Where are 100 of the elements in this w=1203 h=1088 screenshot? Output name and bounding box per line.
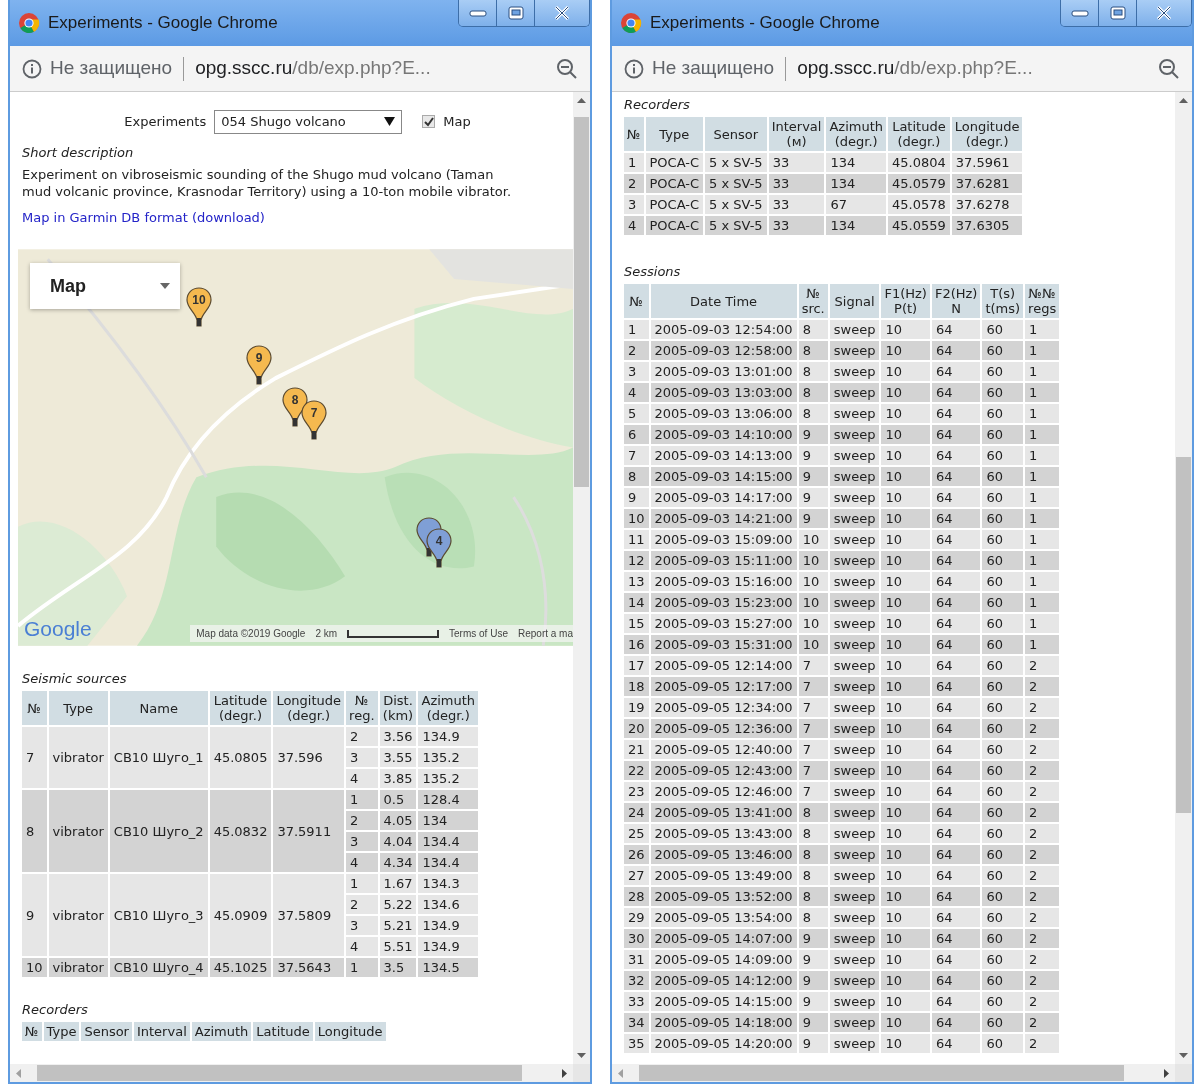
column-header[interactable]: № — [624, 284, 649, 318]
table-cell: 26 — [624, 845, 649, 864]
maximize-button[interactable] — [497, 0, 535, 26]
column-header[interactable]: № — [624, 117, 644, 151]
table-cell: 9 — [798, 971, 828, 990]
table-cell: 10 — [881, 1034, 930, 1053]
chrome-icon — [18, 12, 40, 34]
column-header[interactable]: Type — [43, 1022, 80, 1041]
table-cell: 2005-09-05 13:41:00 — [650, 803, 797, 822]
table-cell: 9 — [798, 446, 828, 465]
table-cell: 8 — [798, 824, 828, 843]
column-header[interactable]: Dist. (km) — [379, 691, 417, 725]
info-icon[interactable] — [22, 58, 42, 79]
table-cell: 2 — [1025, 866, 1060, 885]
column-header[interactable]: № src. — [798, 284, 828, 318]
column-header[interactable]: Interval — [133, 1022, 190, 1041]
table-cell: 64 — [931, 719, 981, 738]
table-cell: 10 — [798, 572, 828, 591]
report-link[interactable]: Report a ma — [517, 626, 573, 641]
column-header[interactable]: F2(Hz) N — [931, 284, 981, 318]
table-cell: 60 — [982, 467, 1024, 486]
table-cell: 60 — [982, 404, 1024, 423]
table-cell: 2005-09-05 14:12:00 — [650, 971, 797, 990]
column-header[interactable]: Latitude (degr.) — [209, 691, 272, 725]
table-cell: 5 x SV-5 — [705, 216, 767, 235]
map-type-control[interactable]: Map — [30, 263, 180, 309]
table-cell: 2 — [1025, 1013, 1060, 1032]
table-cell: 7 — [798, 656, 828, 675]
column-header[interactable]: Azimuth (degr.) — [826, 117, 886, 151]
column-header[interactable]: № — [22, 1022, 42, 1041]
column-header[interactable]: F1(Hz) P(t) — [881, 284, 930, 318]
table-cell: 64 — [931, 887, 981, 906]
column-header[interactable]: T(s) t(ms) — [982, 284, 1024, 318]
table-cell: 9 — [798, 467, 828, 486]
table-cell: 134 — [826, 216, 886, 235]
table-cell: 134.9 — [418, 937, 479, 956]
column-header[interactable]: Date Time — [650, 284, 797, 318]
column-header[interactable]: Sensor — [705, 117, 767, 151]
table-cell: 1 — [346, 874, 378, 893]
map-checkbox[interactable] — [422, 115, 436, 129]
column-header[interactable]: Interval (м) — [768, 117, 825, 151]
column-header[interactable]: Type — [645, 117, 704, 151]
table-cell: 9 — [798, 1034, 828, 1053]
zoom-icon[interactable] — [556, 57, 578, 80]
experiment-select[interactable]: 054 Shugo volcano — [214, 110, 403, 134]
maximize-button[interactable] — [1099, 0, 1137, 26]
column-header[interactable]: Signal — [829, 284, 880, 318]
table-cell: 2005-09-05 12:43:00 — [650, 761, 797, 780]
table-cell: 60 — [982, 362, 1024, 381]
table-cell: 8 — [798, 866, 828, 885]
table-cell: 33 — [768, 216, 825, 235]
table-cell: 5.21 — [379, 916, 417, 935]
column-header[interactable]: № — [22, 691, 47, 725]
table-cell: 3 — [624, 362, 649, 381]
table-cell: 2 — [346, 895, 378, 914]
column-header[interactable]: Azimuth — [191, 1022, 252, 1041]
map-marker[interactable] — [301, 400, 327, 440]
table-cell: 10 — [881, 593, 930, 612]
column-header[interactable]: Latitude — [253, 1022, 313, 1041]
column-header[interactable]: Azimuth (degr.) — [418, 691, 479, 725]
zoom-icon[interactable] — [1158, 57, 1180, 80]
table-cell: 60 — [982, 698, 1024, 717]
map-marker[interactable] — [246, 345, 272, 385]
table-cell: 64 — [931, 950, 981, 969]
table-cell: 7 — [798, 782, 828, 801]
column-header[interactable]: № reg. — [346, 691, 378, 725]
terms-link[interactable]: Terms of Use — [449, 626, 508, 641]
table-cell: 1 — [346, 958, 378, 977]
table-cell: 10 — [881, 761, 930, 780]
table-cell: 64 — [931, 845, 981, 864]
close-icon — [554, 6, 570, 20]
column-header[interactable]: №№ regs — [1025, 284, 1060, 318]
table-cell: 64 — [931, 572, 981, 591]
column-header[interactable]: Type — [48, 691, 108, 725]
column-header[interactable]: Latitude (degr.) — [888, 117, 950, 151]
column-header[interactable]: Longitude (degr.) — [273, 691, 345, 725]
table-cell: 32 — [624, 971, 649, 990]
column-header[interactable]: Sensor — [81, 1022, 132, 1041]
table-cell: 60 — [982, 803, 1024, 822]
table-cell: 10 — [798, 593, 828, 612]
table-cell: CB10 Шуго_2 — [109, 790, 208, 872]
minimize-button[interactable] — [459, 0, 497, 26]
address-bar[interactable]: Не защищено opg.sscc.ru/db/exp.php?E... — [612, 46, 1192, 92]
map-marker[interactable] — [186, 287, 212, 327]
download-link[interactable]: Map in Garmin DB format (download) — [22, 209, 265, 225]
table-cell: 29 — [624, 908, 649, 927]
info-icon[interactable] — [624, 58, 644, 79]
column-header[interactable]: Name — [109, 691, 208, 725]
table-cell: 1 — [1025, 572, 1060, 591]
table-cell: 5 x SV-5 — [705, 195, 767, 214]
table-cell: 10 — [881, 383, 930, 402]
column-header[interactable]: Longitude (degr.) — [951, 117, 1023, 151]
address-bar[interactable]: Не защищено opg.sscc.ru/db/exp.php?E... — [10, 46, 590, 92]
table-cell: 10 — [881, 908, 930, 927]
table-cell: 21 — [624, 740, 649, 759]
table-cell: 10 — [881, 803, 930, 822]
column-header[interactable]: Longitude — [314, 1022, 386, 1041]
map-marker[interactable] — [426, 528, 452, 568]
table-cell: 24 — [624, 803, 649, 822]
minimize-button[interactable] — [1061, 0, 1099, 26]
